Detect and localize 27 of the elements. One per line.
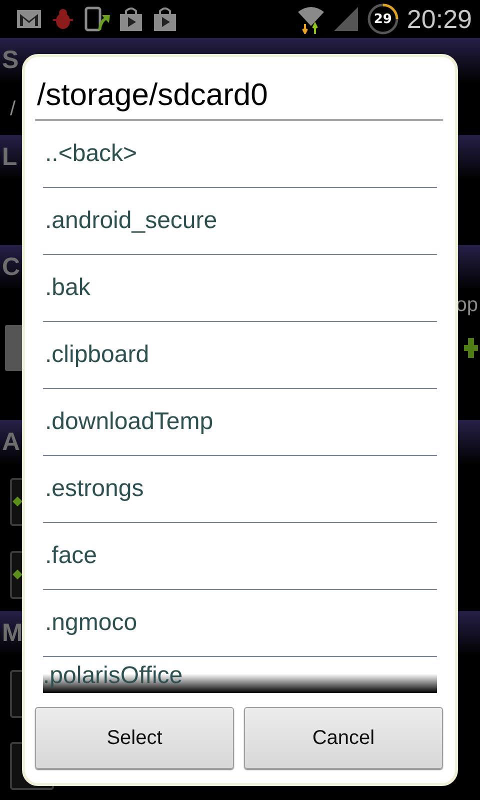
section-title: C bbox=[2, 253, 20, 282]
folder-item[interactable]: .estrongs bbox=[43, 456, 437, 523]
section-title: S bbox=[2, 46, 19, 75]
section-title: L bbox=[2, 143, 18, 172]
select-button[interactable]: Select bbox=[35, 707, 234, 769]
plus-icon[interactable] bbox=[464, 338, 478, 358]
folder-item[interactable]: ..<back> bbox=[43, 121, 437, 188]
shopping-bag-icon bbox=[118, 6, 144, 32]
folder-item[interactable]: .bak bbox=[43, 255, 437, 322]
shopping-bag-icon bbox=[152, 6, 178, 32]
battery-ring-icon bbox=[366, 3, 399, 35]
folder-item[interactable]: .android_secure bbox=[43, 188, 437, 255]
folder-item[interactable]: .face bbox=[43, 523, 437, 590]
folder-item[interactable]: .downloadTemp bbox=[43, 389, 437, 456]
wifi-icon bbox=[296, 4, 325, 34]
section-title: A bbox=[2, 428, 20, 457]
clock-time: 20:29 bbox=[406, 4, 472, 34]
bug-icon bbox=[50, 6, 76, 32]
battery-level: 29 bbox=[374, 12, 392, 26]
folder-item[interactable]: .clipboard bbox=[43, 322, 437, 389]
dialog-title: /storage/sdcard0 bbox=[35, 67, 443, 121]
phone-upload-icon bbox=[84, 6, 110, 32]
section-title: M bbox=[2, 619, 23, 648]
path-text: / bbox=[10, 98, 16, 120]
cancel-button[interactable]: Cancel bbox=[244, 707, 443, 769]
signal-icon bbox=[332, 6, 359, 32]
folder-item[interactable]: .ngmoco bbox=[43, 590, 437, 657]
